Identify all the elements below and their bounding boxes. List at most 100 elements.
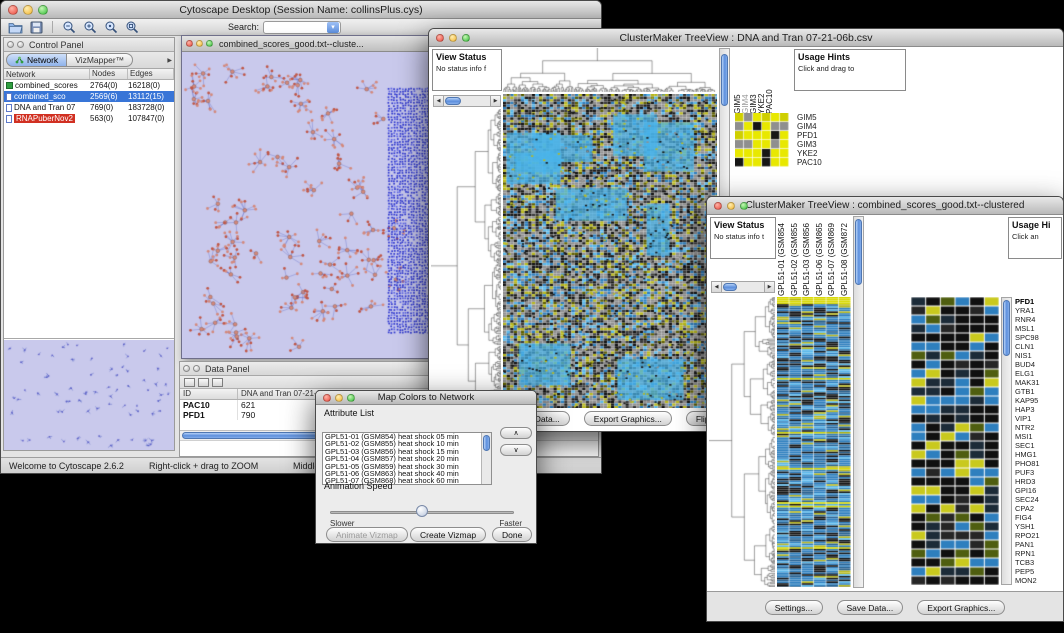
attribute-list-scroll-thumb[interactable]	[483, 435, 490, 451]
frame-close-button[interactable]	[186, 40, 193, 47]
minimize-button[interactable]	[23, 5, 33, 15]
tv1-heatmap[interactable]	[503, 94, 717, 408]
network-list-row[interactable]: combined_sco2569(6)13112(15)	[4, 91, 174, 102]
main-titlebar[interactable]: Cytoscape Desktop (Session Name: collins…	[1, 1, 601, 19]
tv2-vscroll-thumb[interactable]	[855, 219, 862, 285]
tv2-array-label[interactable]: GPL51-08 (GSM872	[840, 216, 852, 296]
gene-label[interactable]: PFD1	[1015, 297, 1061, 306]
gene-label[interactable]: NTR2	[1015, 423, 1061, 432]
done-button[interactable]: Done	[492, 527, 532, 542]
gene-label[interactable]: PUF3	[1015, 468, 1061, 477]
tv1-column-label[interactable]: YKE2	[757, 48, 764, 114]
tv2-zoom-scrollbar[interactable]: ◀ ▶	[711, 281, 775, 293]
network-overview-canvas[interactable]	[4, 340, 174, 450]
column-header-nodes[interactable]: Nodes	[90, 69, 128, 79]
attribute-list-scrollbar[interactable]	[481, 433, 491, 484]
tv1-scroll-thumb[interactable]	[445, 97, 461, 105]
dialog-close-button[interactable]	[323, 394, 331, 402]
gene-label[interactable]: MSI1	[1015, 432, 1061, 441]
tv2-scroll-track[interactable]	[722, 281, 764, 293]
gene-label[interactable]: YRA1	[1015, 306, 1061, 315]
gene-label[interactable]: HRD3	[1015, 477, 1061, 486]
tv1-gene-matrix[interactable]	[735, 113, 789, 167]
gene-label[interactable]: MAK31	[1015, 378, 1061, 387]
gene-label[interactable]: PHO81	[1015, 459, 1061, 468]
tab-vizmapper[interactable]: VizMapper™	[67, 53, 133, 67]
gene-label[interactable]: GIM3	[797, 140, 847, 149]
attribute-grid-icon[interactable]	[184, 378, 195, 387]
column-header-network[interactable]: Network	[4, 69, 90, 79]
gene-label[interactable]: KAP95	[1015, 396, 1061, 405]
tv2-gene-dendrogram[interactable]	[709, 297, 775, 587]
zoom-fit-icon[interactable]	[123, 20, 140, 35]
gene-label[interactable]: GPI16	[1015, 486, 1061, 495]
tv2-array-label[interactable]: GPL51-02 (GSM855	[790, 216, 802, 296]
network-list-row[interactable]: DNA and Tran 07769(0)183728(0)	[4, 102, 174, 113]
tv1-zoom-button[interactable]	[462, 34, 470, 42]
create-vizmap-button[interactable]: Create Vizmap	[410, 527, 486, 542]
tv1-scroll-track[interactable]	[444, 95, 490, 107]
tv2-zoom-heatmap[interactable]	[911, 297, 999, 585]
gene-label[interactable]: HMG1	[1015, 450, 1061, 459]
tv2-zoom-vscrollbar[interactable]	[1001, 297, 1012, 585]
panel-close-button[interactable]	[17, 41, 24, 48]
tv1-titlebar[interactable]: ClusterMaker TreeView : DNA and Tran 07-…	[429, 29, 1063, 47]
tv1-gene-dendrogram[interactable]	[431, 109, 501, 411]
tv2-array-label[interactable]: GPL51-03 (GSM856	[802, 216, 814, 296]
tv2-close-button[interactable]	[714, 202, 722, 210]
gene-label[interactable]: SEC1	[1015, 441, 1061, 450]
gene-label[interactable]: RNR4	[1015, 315, 1061, 324]
tv1-array-dendrogram[interactable]	[503, 48, 717, 92]
zoom-selected-icon[interactable]	[102, 20, 119, 35]
open-folder-icon[interactable]	[7, 20, 24, 35]
tv2-heatmap[interactable]	[777, 297, 851, 587]
tv2-scroll-thumb[interactable]	[723, 283, 737, 291]
scroll-left-icon[interactable]: ◀	[433, 95, 444, 107]
dialog-minimize-button[interactable]	[335, 394, 343, 402]
tv2-titlebar[interactable]: ClusterMaker TreeView : combined_scores_…	[707, 197, 1063, 215]
network-list-row[interactable]: RNAPuberNov2563(0)107847(0)	[4, 113, 174, 124]
gene-label[interactable]: MON2	[1015, 576, 1061, 585]
animation-speed-slider-thumb[interactable]	[416, 505, 428, 517]
tv1-column-label[interactable]: GIM3	[749, 48, 756, 114]
tv2-button[interactable]: Save Data...	[837, 600, 904, 615]
tab-network[interactable]: Network	[6, 53, 67, 67]
frame-zoom-button[interactable]	[206, 40, 213, 47]
column-select-icon[interactable]	[198, 378, 209, 387]
tv2-array-label[interactable]: GPL51-07 (GSM869	[827, 216, 839, 296]
gene-label[interactable]: CLN1	[1015, 342, 1061, 351]
tv1-close-button[interactable]	[436, 34, 444, 42]
gene-label[interactable]: VIP1	[1015, 414, 1061, 423]
gene-label[interactable]: FIG4	[1015, 513, 1061, 522]
gene-label[interactable]: BUD4	[1015, 360, 1061, 369]
tv2-button[interactable]: Settings...	[765, 600, 823, 615]
panel-float-button[interactable]	[7, 41, 14, 48]
tv1-zoom-scrollbar[interactable]: ◀ ▶	[433, 95, 501, 107]
move-down-button[interactable]: ∨	[500, 444, 532, 456]
gene-label[interactable]: RPN1	[1015, 549, 1061, 558]
gene-label[interactable]: GTB1	[1015, 387, 1061, 396]
save-session-icon[interactable]	[28, 20, 45, 35]
gene-label[interactable]: YKE2	[797, 149, 847, 158]
gene-label[interactable]: HAP3	[1015, 405, 1061, 414]
gene-label[interactable]: NIS1	[1015, 351, 1061, 360]
scroll-right-icon[interactable]: ▶	[490, 95, 501, 107]
frame-minimize-button[interactable]	[196, 40, 203, 47]
gene-label[interactable]: SEC24	[1015, 495, 1061, 504]
search-dropdown-icon[interactable]: ▾	[327, 22, 339, 33]
gene-label[interactable]: PAN1	[1015, 540, 1061, 549]
tv2-vscrollbar[interactable]	[853, 216, 864, 588]
gene-label[interactable]: CPA2	[1015, 504, 1061, 513]
tv2-minimize-button[interactable]	[727, 202, 735, 210]
zoom-in-icon[interactable]	[81, 20, 98, 35]
tab-overflow-arrow-icon[interactable]: ▶	[167, 57, 172, 64]
gene-label[interactable]: SPC98	[1015, 333, 1061, 342]
zoom-out-icon[interactable]	[60, 20, 77, 35]
attribute-gear-icon[interactable]	[212, 378, 223, 387]
tv2-array-label[interactable]: GPL51-06 (GSM865	[815, 216, 827, 296]
gene-label[interactable]: PFD1	[797, 131, 847, 140]
zoom-button[interactable]	[38, 5, 48, 15]
gene-label[interactable]: PAC10	[797, 158, 847, 167]
tv2-zoom-vscroll-thumb[interactable]	[1003, 300, 1010, 356]
network-list-row[interactable]: combined_scores2764(0)16218(0)	[4, 80, 174, 91]
